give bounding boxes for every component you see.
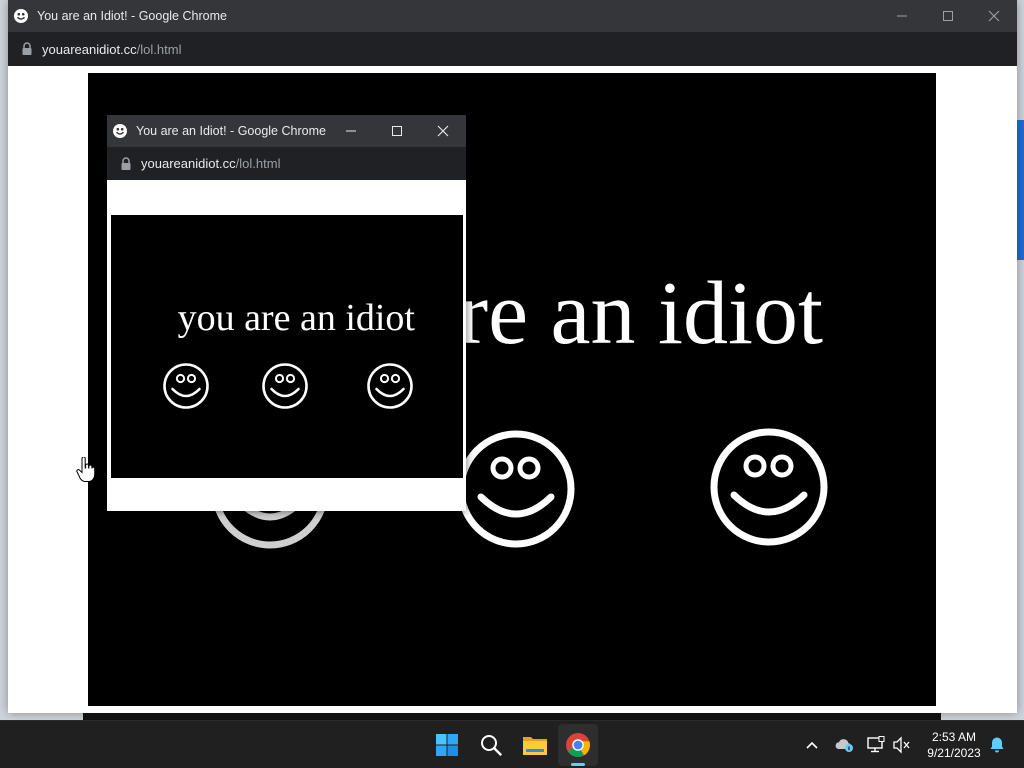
popup-url-domain: youareanidiot.cc — [141, 156, 236, 171]
network-icon — [867, 736, 885, 753]
popup-page-content: you are an idiot — [111, 215, 463, 478]
main-maximize-button[interactable] — [925, 0, 971, 32]
smiley-face-icon — [262, 363, 308, 409]
popup-page-text: you are an idiot — [177, 297, 415, 339]
volume-tray-button[interactable] — [890, 733, 914, 757]
taskbar: 2:53 AM 9/21/2023 — [0, 720, 1024, 768]
clock-time: 2:53 AM — [931, 730, 977, 744]
onedrive-icon — [835, 739, 853, 752]
chrome-taskbar-button[interactable] — [558, 721, 598, 768]
smiley-face-icon — [457, 430, 575, 548]
popup-maximize-button[interactable] — [374, 115, 420, 147]
main-minimize-button[interactable] — [879, 0, 925, 32]
popup-address-bar[interactable]: youareanidiot.cc/lol.html — [107, 147, 466, 180]
network-tray-button[interactable] — [864, 733, 888, 757]
main-url-path: /lol.html — [136, 41, 182, 57]
bell-icon — [990, 737, 1004, 753]
running-indicator — [571, 763, 585, 766]
main-url-domain: youareanidiot.cc — [42, 41, 137, 57]
chevron-up-icon — [806, 741, 818, 749]
close-icon — [437, 125, 449, 137]
start-button[interactable] — [427, 721, 467, 768]
main-url[interactable]: youareanidiot.cc/lol.html — [42, 42, 181, 57]
windows-logo-icon — [436, 734, 458, 756]
close-icon — [988, 10, 1000, 22]
main-close-button[interactable] — [971, 0, 1017, 32]
show-hidden-icons-button[interactable] — [800, 733, 824, 757]
popup-url-path: /lol.html — [235, 156, 281, 171]
popup-browser-window[interactable]: You are an Idiot! - Google Chrome youare… — [107, 115, 466, 511]
popup-titlebar[interactable]: You are an Idiot! - Google Chrome — [107, 115, 466, 147]
notification-center-button[interactable] — [985, 733, 1009, 757]
chrome-icon — [566, 733, 591, 758]
smiley-favicon-icon — [14, 9, 28, 23]
lock-icon — [121, 156, 131, 170]
taskbar-clock[interactable]: 2:53 AM 9/21/2023 — [918, 729, 990, 761]
smiley-face-icon — [163, 363, 209, 409]
lock-icon — [22, 42, 32, 55]
minimize-icon — [897, 15, 907, 17]
main-window-title: You are an Idiot! - Google Chrome — [37, 9, 227, 23]
main-address-bar[interactable]: youareanidiot.cc/lol.html — [8, 32, 1017, 66]
maximize-icon — [943, 11, 953, 21]
search-icon — [481, 735, 502, 756]
volume-muted-icon — [893, 736, 910, 754]
minimize-icon — [346, 130, 356, 132]
smiley-favicon-icon — [113, 124, 127, 138]
popup-close-button[interactable] — [420, 115, 466, 147]
smiley-face-icon — [710, 428, 828, 546]
file-explorer-button[interactable] — [515, 721, 555, 768]
maximize-icon — [392, 126, 402, 136]
popup-url[interactable]: youareanidiot.cc/lol.html — [141, 156, 280, 171]
folder-icon — [523, 737, 547, 755]
popup-minimize-button[interactable] — [328, 115, 374, 147]
clock-date: 9/21/2023 — [927, 746, 981, 760]
taskbar-search-button[interactable] — [471, 721, 511, 768]
smiley-face-icon — [367, 363, 413, 409]
background-window-strip — [83, 713, 941, 720]
hand-cursor-icon — [76, 457, 96, 482]
main-titlebar[interactable]: You are an Idiot! - Google Chrome — [8, 0, 1017, 32]
onedrive-tray-button[interactable] — [832, 733, 856, 757]
popup-window-title: You are an Idiot! - Google Chrome — [136, 124, 326, 138]
